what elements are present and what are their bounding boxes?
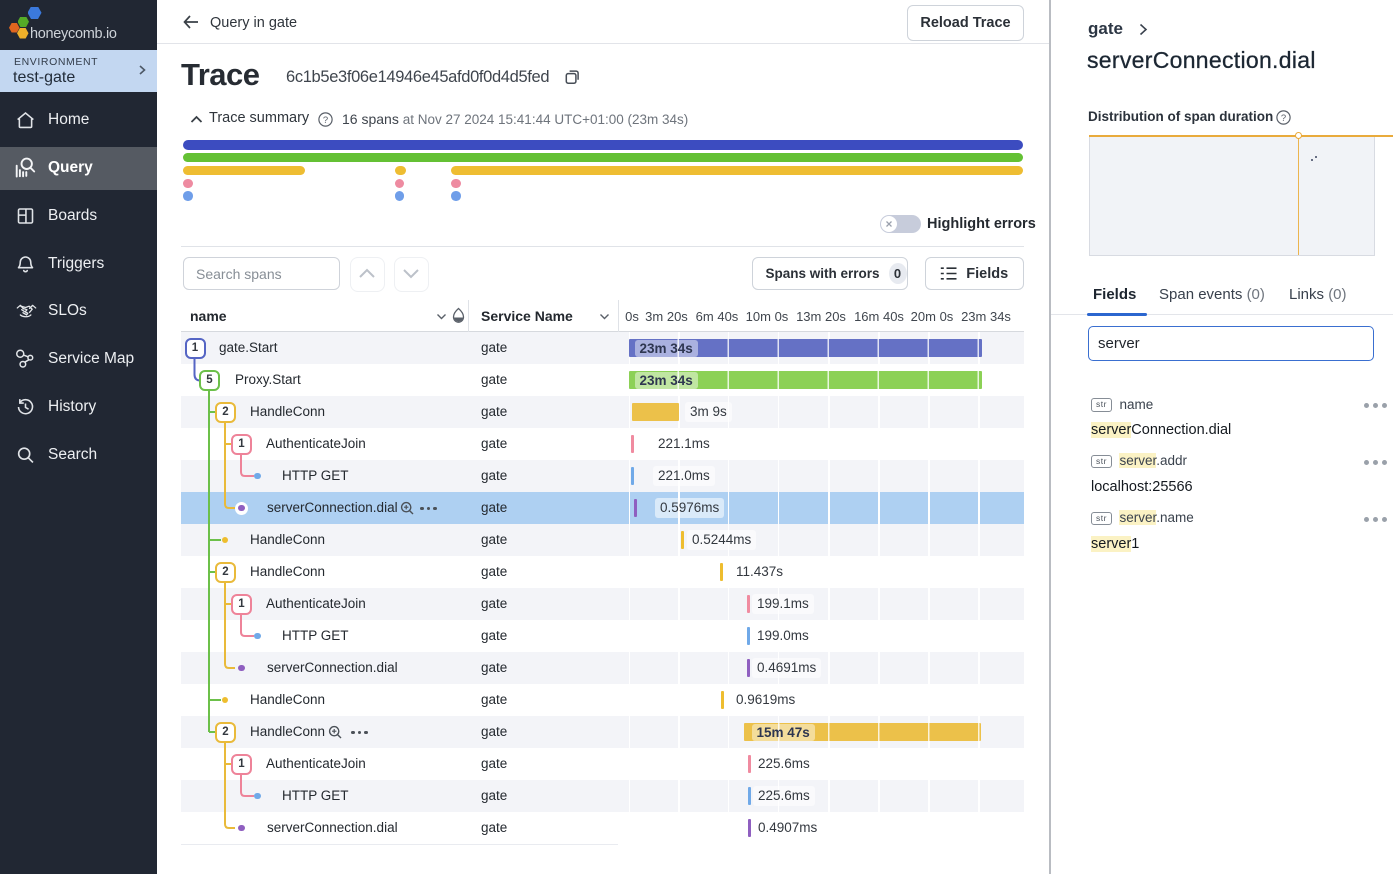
svg-text:?: ? [1281,113,1286,124]
